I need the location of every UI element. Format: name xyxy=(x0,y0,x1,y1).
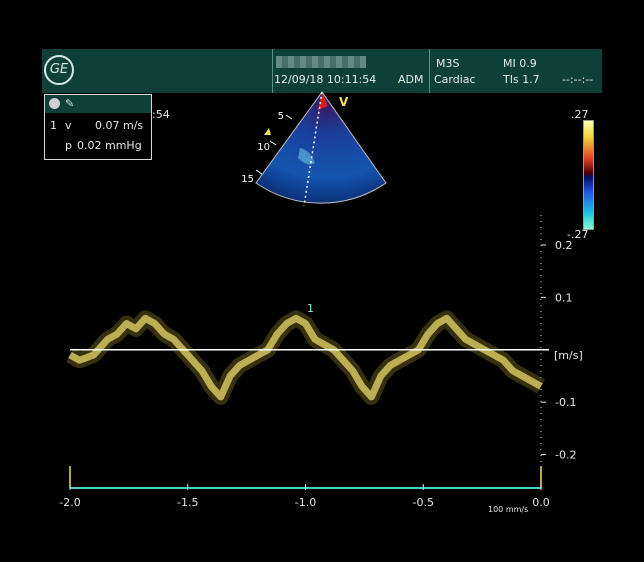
y-tick-label: -0.2 xyxy=(555,449,576,462)
ultrasound-screen: 12/09/18 10:11:54 ADM M3S Cardiac MI 0.9… xyxy=(0,0,644,562)
velocity-unit-label: [m/s] xyxy=(554,349,583,362)
x-tick-label: -0.5 xyxy=(413,496,434,509)
y-tick-label: 0.1 xyxy=(555,291,573,304)
x-tick-label: -1.5 xyxy=(177,496,198,509)
x-tick-label: -1.0 xyxy=(295,496,316,509)
trace-marker: 1 xyxy=(307,302,314,315)
x-tick-label: -2.0 xyxy=(59,496,80,509)
x-tick-label: 0.0 xyxy=(532,496,550,509)
y-tick-label: -0.1 xyxy=(555,396,576,409)
y-tick-label: 0.2 xyxy=(555,239,573,252)
sweep-speed-label: 100 mm/s xyxy=(488,505,529,514)
doppler-plot: 0.2 0.1 -0.1 -0.2 -2.0 -1.5 -1.0 -0.5 0.0 xyxy=(59,215,576,509)
